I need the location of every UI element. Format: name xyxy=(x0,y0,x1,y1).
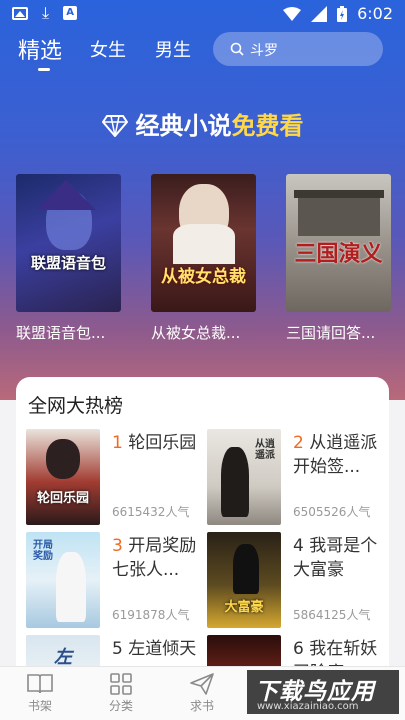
book-cover: 轮回乐园 xyxy=(26,429,100,525)
list-item[interactable]: 开局奖励 3 开局奖励七张人... 6191878人气 xyxy=(26,532,201,632)
cover-title: 从被女总裁 xyxy=(161,267,246,287)
featured-book[interactable]: 从被女总裁 从被女总裁... xyxy=(151,174,256,343)
book-name-text: 我哥是个大富豪 xyxy=(293,536,378,580)
cover-title: 从逍遥派 xyxy=(255,439,275,461)
battery-icon xyxy=(337,5,348,22)
book-cover: 开局奖励 xyxy=(26,532,100,628)
book-title: 三国请回答... xyxy=(286,324,376,342)
tab-featured[interactable]: 精选 xyxy=(18,33,62,65)
book-cover: 从逍遥派 xyxy=(207,429,281,525)
book-name: 4 我哥是个大富豪 xyxy=(293,534,379,582)
popularity-count: 6191878人气 xyxy=(112,608,190,622)
cover-title: 三国演义 xyxy=(294,242,383,267)
nav-category[interactable]: 分类 xyxy=(91,671,151,714)
popularity-count: 6615432人气 xyxy=(112,505,190,519)
search-box[interactable]: 斗罗 xyxy=(213,32,383,66)
status-bar: ⤓ A 6:02 xyxy=(0,0,405,28)
book-name-text: 轮回乐园 xyxy=(128,433,197,453)
cover-title: 大富豪 xyxy=(224,600,264,615)
list-item[interactable]: 大富豪 4 我哥是个大富豪 5864125人气 xyxy=(207,532,382,632)
book-cover: 大富豪 xyxy=(207,532,281,628)
search-icon xyxy=(230,42,244,56)
book-name: 5 左道倾天 xyxy=(112,637,198,661)
tab-male[interactable]: 男生 xyxy=(155,36,191,62)
nav-label: 分类 xyxy=(108,699,133,713)
book-title: 联盟语音包... xyxy=(16,324,106,342)
wifi-icon xyxy=(283,6,302,21)
rank-number: 6 xyxy=(293,639,304,659)
book-cover: 从被女总裁 xyxy=(151,174,256,312)
book-name-text: 开局奖励七张人... xyxy=(112,536,197,580)
diamond-icon xyxy=(101,115,128,137)
book-title: 从被女总裁... xyxy=(151,324,241,342)
rank-number: 3 xyxy=(112,536,123,556)
book-cover: 三国演义 xyxy=(286,174,391,312)
book-cover: 联盟语音包 xyxy=(16,174,121,312)
book-icon xyxy=(27,674,53,694)
watermark-url: www.xiazainiao.com xyxy=(257,701,359,712)
featured-book[interactable]: 联盟语音包 联盟语音包... xyxy=(16,174,121,343)
clock: 6:02 xyxy=(357,4,393,23)
list-item[interactable]: 轮回乐园 1 轮回乐园 6615432人气 xyxy=(26,429,201,529)
popularity-count: 5864125人气 xyxy=(293,608,371,622)
banner-title-highlight: 免费看 xyxy=(231,112,304,140)
book-name: 3 开局奖励七张人... xyxy=(112,534,198,582)
active-tab-indicator xyxy=(38,68,50,71)
section-title: 全网大热榜 xyxy=(28,395,124,417)
banner-title: 经典小说免费看 xyxy=(0,106,405,141)
nav-bookshelf[interactable]: 书架 xyxy=(10,671,70,714)
rank-number: 4 xyxy=(293,536,304,556)
rank-number: 1 xyxy=(112,433,123,453)
cover-title: 联盟语音包 xyxy=(30,254,106,272)
cover-title: 开局奖励 xyxy=(33,540,53,562)
rank-number: 2 xyxy=(293,433,304,453)
book-name: 2 从逍遥派开始签... xyxy=(293,431,379,479)
featured-book[interactable]: 三国演义 三国请回答... xyxy=(286,174,391,343)
download-notification-icon: ⤓ xyxy=(42,3,50,22)
tab-female[interactable]: 女生 xyxy=(90,36,126,62)
paper-plane-icon xyxy=(190,673,214,695)
banner-title-text: 经典小说 xyxy=(135,112,232,140)
grid-icon xyxy=(110,673,132,695)
nav-request-book[interactable]: 求书 xyxy=(172,671,232,714)
signal-icon xyxy=(311,5,328,22)
nav-label: 求书 xyxy=(189,699,214,713)
hot-list-panel: 全网大热榜 轮回乐园 1 轮回乐园 6615432人气 从逍遥派 2 从逍遥派开… xyxy=(16,377,389,720)
nav-label: 书架 xyxy=(27,699,52,713)
top-tab-bar: 精选 女生 男生 斗罗 xyxy=(0,30,405,74)
rank-number: 5 xyxy=(112,639,123,659)
watermark-logo: 下载鸟应用 www.xiazainiao.com xyxy=(247,670,399,714)
book-name-text: 从逍遥派开始签... xyxy=(293,433,378,477)
book-name: 1 轮回乐园 xyxy=(112,431,198,455)
book-name-text: 左道倾天 xyxy=(128,639,197,659)
app-notification-icon: A xyxy=(63,6,78,20)
search-placeholder: 斗罗 xyxy=(250,43,278,59)
image-notification-icon xyxy=(12,6,28,20)
cover-title: 轮回乐园 xyxy=(36,491,89,506)
list-item[interactable]: 从逍遥派 2 从逍遥派开始签... 6505526人气 xyxy=(207,429,382,529)
popularity-count: 6505526人气 xyxy=(293,505,371,519)
